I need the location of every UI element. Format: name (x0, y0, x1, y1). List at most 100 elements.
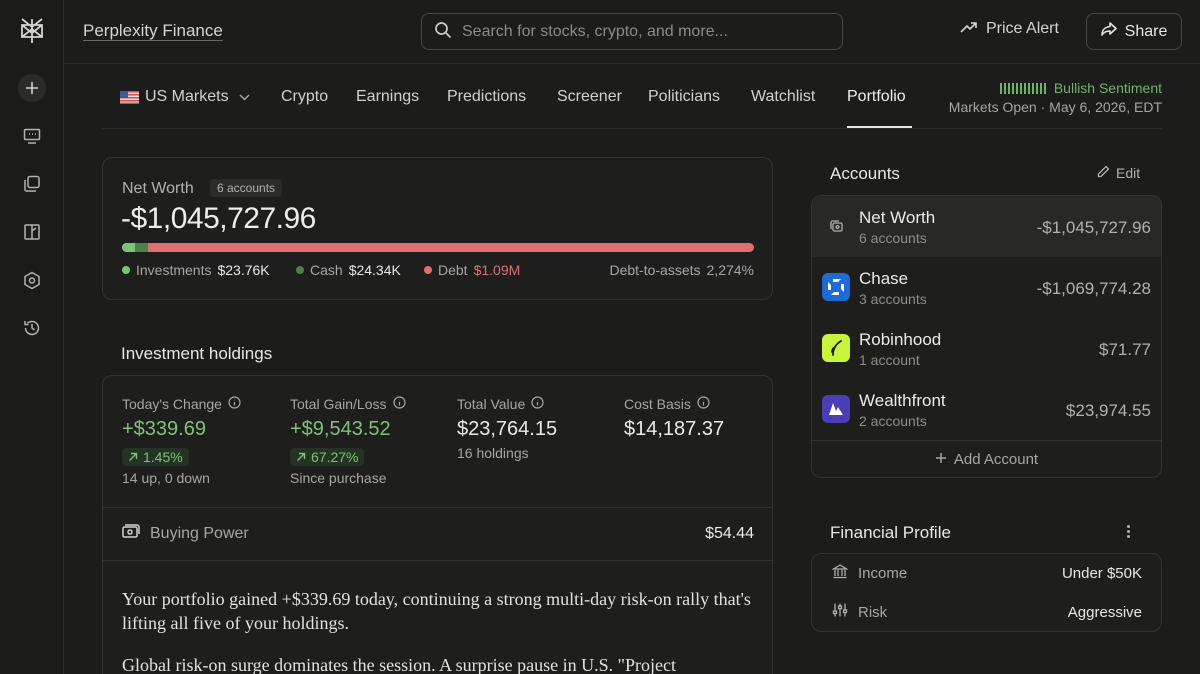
info-icon[interactable] (697, 396, 710, 412)
cost-basis-value: $14,187.37 (624, 418, 725, 440)
sentiment-label: Bullish Sentiment (1053, 80, 1162, 96)
account-name: Wealthfront (859, 391, 946, 410)
holdings-divider (103, 507, 772, 508)
us-flag-icon (120, 90, 139, 104)
account-row-chase[interactable]: Chase 3 accounts -$1,069,774.28 (812, 257, 1161, 318)
price-alert-button[interactable]: Price Alert (960, 20, 1059, 38)
debt-to-assets-value: 2,274% (706, 262, 754, 278)
cost-basis-label: Cost Basis (624, 396, 691, 412)
summary-paragraph-2: Global risk-on surge dominates the sessi… (122, 655, 676, 674)
account-sub: 2 accounts (859, 413, 927, 429)
account-sub: 6 accounts (859, 230, 927, 246)
tab-earnings[interactable]: Earnings (356, 88, 419, 106)
account-row-wealthfront[interactable]: Wealthfront 2 accounts $23,974.55 (812, 379, 1161, 440)
debt-to-assets: Debt-to-assets 2,274% (609, 262, 754, 278)
sentiment-bars-icon (999, 82, 1046, 94)
perplexity-logo-icon[interactable] (18, 17, 46, 45)
tab-politicians[interactable]: Politicians (648, 88, 720, 106)
account-row-robinhood[interactable]: Robinhood 1 account $71.77 (812, 318, 1161, 379)
income-row[interactable]: Income Under $50K (812, 554, 1161, 592)
legend-cash-label: Cash (310, 262, 343, 278)
legend-debt: Debt $1.09M (424, 262, 520, 278)
total-gain-pill: 67.27% (290, 448, 365, 466)
cost-basis-stat: Cost Basis $14,187.37 (624, 396, 784, 441)
buying-power-value: $54.44 (705, 524, 754, 542)
portfolio-summary: Your portfolio gained +$339.69 today, co… (122, 587, 752, 674)
financial-profile-card: Income Under $50K Risk Aggressive (811, 553, 1162, 632)
account-value: $71.77 (1099, 340, 1151, 359)
spaces-icon[interactable] (18, 170, 46, 198)
tab-screener[interactable]: Screener (557, 88, 622, 106)
settings-icon[interactable] (18, 266, 46, 294)
plus-icon (935, 451, 947, 468)
market-date: May 6, 2026, EDT (1049, 99, 1162, 115)
history-icon[interactable] (18, 314, 46, 342)
info-icon[interactable] (228, 396, 241, 412)
chevron-down-icon (239, 88, 250, 106)
debt-to-assets-label: Debt-to-assets (609, 262, 701, 278)
net-worth-card: Net Worth 6 accounts -$1,045,727.96 Inve… (102, 157, 773, 300)
brand-link[interactable]: Perplexity Finance (83, 21, 223, 41)
sliders-icon (832, 602, 848, 622)
total-value-value: $23,764.15 (457, 418, 558, 440)
share-icon (1100, 22, 1117, 41)
new-thread-icon[interactable] (18, 74, 46, 102)
tab-predictions[interactable]: Predictions (447, 88, 526, 106)
wealthfront-logo-icon (822, 395, 850, 423)
risk-row[interactable]: Risk Aggressive (812, 593, 1161, 631)
legend-investments-label: Investments (136, 262, 212, 278)
total-value-stat: Total Value $23,764.15 16 holdings (457, 396, 617, 461)
chase-logo-icon (822, 273, 850, 301)
risk-value: Aggressive (1067, 603, 1142, 621)
account-name: Chase (859, 269, 909, 288)
total-gain-value: +$9,543.52 (290, 418, 391, 440)
tab-us-markets[interactable]: US Markets (120, 88, 250, 106)
bank-icon (831, 563, 849, 583)
share-button[interactable]: Share (1086, 13, 1182, 50)
holdings-title: Investment holdings (121, 344, 273, 363)
debt-dot-icon (424, 266, 432, 274)
buying-power-row[interactable]: Buying Power $54.44 (122, 524, 754, 543)
total-value-sub: 16 holdings (457, 445, 529, 461)
account-value: -$1,045,727.96 (1036, 218, 1151, 237)
tab-portfolio[interactable]: Portfolio (847, 88, 906, 106)
bar-segment-investments (122, 243, 135, 252)
legend-investments: Investments $23.76K (122, 262, 270, 278)
edit-accounts-button[interactable]: Edit (1097, 165, 1140, 181)
search-icon (434, 21, 452, 43)
net-worth-bar (122, 243, 754, 252)
total-gain-label: Total Gain/Loss (290, 396, 387, 412)
total-gain-pct: 67.27% (311, 449, 359, 465)
search-box[interactable] (421, 13, 843, 50)
edit-label: Edit (1116, 165, 1141, 181)
cash-dot-icon (296, 266, 304, 274)
finance-icon[interactable] (18, 218, 46, 246)
todays-change-sub: 14 up, 0 down (122, 470, 210, 486)
income-value: Under $50K (1061, 564, 1142, 582)
market-status: Markets Open (948, 99, 1037, 115)
total-gain-stat: Total Gain/Loss +$9,543.52 67.27% Since … (290, 396, 450, 486)
account-value: -$1,069,774.28 (1036, 279, 1151, 298)
holdings-card: Today's Change +$339.69 1.45% 14 up, 0 d… (102, 375, 773, 674)
share-label: Share (1124, 22, 1168, 40)
legend-investments-value: $23.76K (217, 262, 270, 278)
summary-paragraph-1: Your portfolio gained +$339.69 today, co… (122, 589, 751, 633)
accounts-title: Accounts (830, 164, 900, 183)
account-row-net-worth[interactable]: Net Worth 6 accounts -$1,045,727.96 (812, 196, 1161, 257)
info-icon[interactable] (531, 396, 544, 412)
separator-dot: · (1040, 99, 1050, 115)
market-sentiment: Bullish Sentiment Markets Open · May 6, … (949, 80, 1162, 115)
more-options-icon[interactable] (1120, 521, 1136, 541)
tab-watchlist[interactable]: Watchlist (751, 88, 815, 106)
todays-change-pill: 1.45% (122, 448, 189, 466)
tab-crypto[interactable]: Crypto (281, 88, 328, 106)
info-icon[interactable] (392, 396, 406, 412)
legend-debt-label: Debt (438, 262, 468, 278)
legend-cash: Cash $24.34K (296, 262, 401, 278)
add-account-button[interactable]: Add Account (812, 440, 1161, 478)
arrow-up-right-icon (296, 449, 306, 465)
financial-profile-title: Financial Profile (830, 523, 951, 542)
discover-icon[interactable] (18, 122, 46, 150)
account-name: Robinhood (859, 330, 942, 349)
search-input[interactable] (462, 22, 822, 41)
